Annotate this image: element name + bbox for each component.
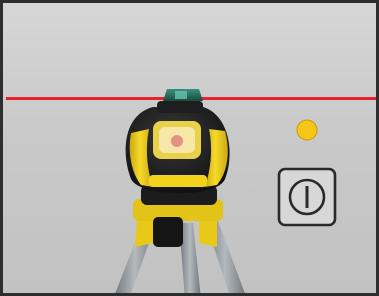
rotor-housing — [157, 101, 203, 113]
laser-level — [125, 89, 230, 205]
laser-level-scene — [6, 89, 376, 293]
instrument-yellow-band — [149, 175, 207, 187]
tripod-mount-knob — [153, 217, 183, 247]
tripod — [115, 199, 245, 293]
power-button-icon — [277, 167, 337, 227]
indicator-light-icon — [296, 119, 318, 141]
image-frame — [0, 0, 379, 296]
